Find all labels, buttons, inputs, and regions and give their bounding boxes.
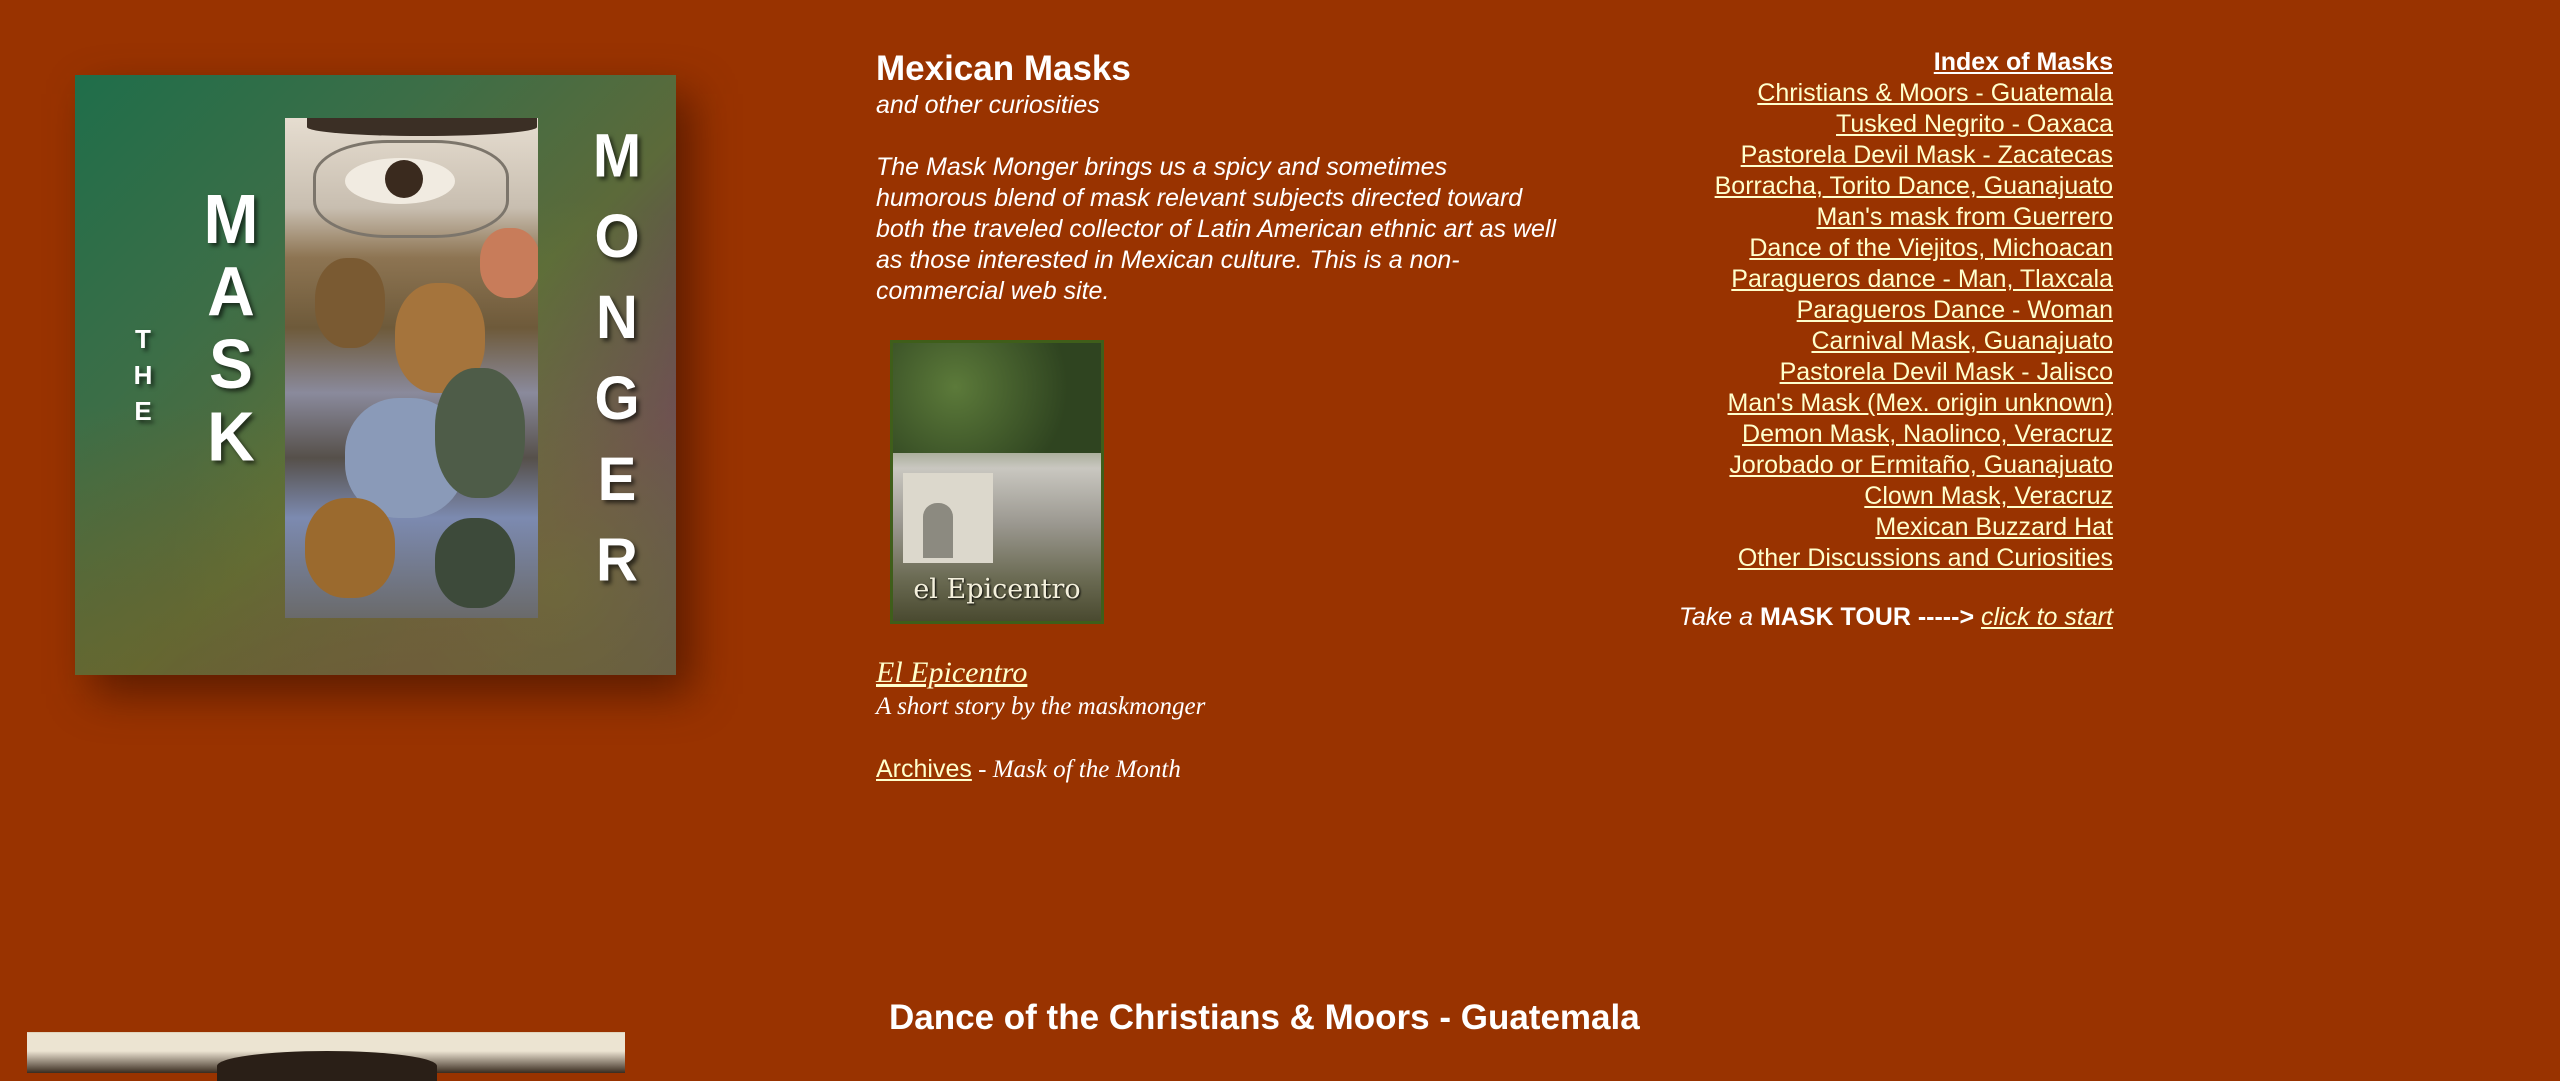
list-item: Christians & Moors - Guatemala bbox=[1715, 78, 2113, 109]
index-link-jorobado[interactable]: Jorobado or Ermitaño, Guanajuato bbox=[1729, 451, 2113, 479]
logo-letter: H bbox=[133, 360, 153, 390]
tree-shape bbox=[893, 343, 1101, 453]
logo-letter: N bbox=[596, 283, 638, 352]
collage-mask-shape bbox=[435, 518, 515, 608]
logo-letter: G bbox=[594, 364, 640, 433]
index-link-carnival[interactable]: Carnival Mask, Guanajuato bbox=[1811, 327, 2113, 355]
index-link-buzzard-hat[interactable]: Mexican Buzzard Hat bbox=[1875, 513, 2113, 541]
epicentro-thumbnail-caption: el Epicentro bbox=[913, 574, 1081, 605]
index-link-viejitos[interactable]: Dance of the Viejitos, Michoacan bbox=[1749, 234, 2113, 262]
section-title: Dance of the Christians & Moors - Guatem… bbox=[889, 998, 1640, 1037]
list-item: Man's Mask (Mex. origin unknown) bbox=[1715, 388, 2113, 419]
page-title: Mexican Masks bbox=[876, 49, 1131, 88]
logo-letter: T bbox=[135, 324, 151, 354]
logo-word-monger: M O N G E R bbox=[577, 115, 657, 600]
logo-letter: A bbox=[207, 252, 255, 331]
list-item: Pastorela Devil Mask - Jalisco bbox=[1715, 357, 2113, 388]
epicentro-link[interactable]: El Epicentro bbox=[876, 655, 1027, 691]
mask-index: Index of Masks Christians & Moors - Guat… bbox=[1715, 47, 2113, 574]
list-item: Tusked Negrito - Oaxaca bbox=[1715, 109, 2113, 140]
page-subtitle: and other curiosities bbox=[876, 91, 1100, 119]
index-link-clown-mask[interactable]: Clown Mask, Veracruz bbox=[1864, 482, 2113, 510]
epicentro-description: A short story by the maskmonger bbox=[876, 693, 1206, 720]
tour-prefix: Take a bbox=[1678, 603, 1760, 631]
tour-start-link[interactable]: click to start bbox=[1981, 603, 2113, 631]
mask-tour-line: Take a MASK TOUR -----> click to start bbox=[1679, 602, 2113, 633]
list-item: Other Discussions and Curiosities bbox=[1715, 543, 2113, 574]
list-item: Paragueros Dance - Woman bbox=[1715, 295, 2113, 326]
collage-mask-shape bbox=[435, 368, 525, 498]
epicentro-thumbnail-link[interactable]: el Epicentro bbox=[890, 340, 1104, 624]
brow-shape bbox=[307, 118, 537, 136]
list-item: Man's mask from Guerrero bbox=[1715, 202, 2113, 233]
tour-label: MASK TOUR -----> bbox=[1759, 603, 1975, 631]
collage-mask-shape bbox=[305, 498, 395, 598]
list-item: Mexican Buzzard Hat bbox=[1715, 512, 2113, 543]
logo-word-mask: M A S K bbox=[191, 183, 271, 473]
index-link-christians-moors[interactable]: Christians & Moors - Guatemala bbox=[1757, 79, 2113, 107]
mask-monger-logo: T H E M A S K M O N G E R bbox=[75, 75, 676, 675]
list-item: Carnival Mask, Guanajuato bbox=[1715, 326, 2113, 357]
index-link-pastorela-zacatecas[interactable]: Pastorela Devil Mask - Zacatecas bbox=[1741, 141, 2113, 169]
logo-letter: O bbox=[594, 202, 640, 271]
list-item: Borracha, Torito Dance, Guanajuato bbox=[1715, 171, 2113, 202]
index-link-demon-mask[interactable]: Demon Mask, Naolinco, Veracruz bbox=[1742, 420, 2113, 448]
index-link-borracha-torito[interactable]: Borracha, Torito Dance, Guanajuato bbox=[1715, 172, 2113, 200]
logo-letter: M bbox=[592, 121, 642, 190]
logo-letter: R bbox=[596, 526, 638, 595]
mask-top-shape bbox=[217, 1051, 437, 1081]
index-link-paragueros-man[interactable]: Paragueros dance - Man, Tlaxcala bbox=[1731, 265, 2113, 293]
index-link-pastorela-jalisco[interactable]: Pastorela Devil Mask - Jalisco bbox=[1780, 358, 2113, 386]
door-shape bbox=[923, 503, 953, 558]
index-link-mans-mask-unknown[interactable]: Man's Mask (Mex. origin unknown) bbox=[1728, 389, 2113, 417]
index-link-tusked-negrito[interactable]: Tusked Negrito - Oaxaca bbox=[1836, 110, 2113, 138]
logo-word-the: T H E bbox=[123, 321, 163, 429]
index-title-link[interactable]: Index of Masks bbox=[1715, 47, 2113, 78]
collage-mask-shape bbox=[315, 258, 385, 348]
logo-letter: M bbox=[203, 179, 259, 258]
list-item: Dance of the Viejitos, Michoacan bbox=[1715, 233, 2113, 264]
glasses-shape bbox=[313, 140, 509, 238]
logo-letter: E bbox=[134, 396, 152, 426]
index-link-paragueros-woman[interactable]: Paragueros Dance - Woman bbox=[1797, 296, 2113, 324]
logo-letter: S bbox=[208, 324, 254, 403]
list-item: Jorobado or Ermitaño, Guanajuato bbox=[1715, 450, 2113, 481]
logo-letter: K bbox=[207, 397, 255, 475]
index-link-guerrero[interactable]: Man's mask from Guerrero bbox=[1816, 203, 2113, 231]
list-item: Demon Mask, Naolinco, Veracruz bbox=[1715, 419, 2113, 450]
mask-index-list: Christians & Moors - Guatemala Tusked Ne… bbox=[1715, 78, 2113, 574]
list-item: Pastorela Devil Mask - Zacatecas bbox=[1715, 140, 2113, 171]
collage-hand-shape bbox=[480, 228, 538, 298]
archives-link[interactable]: Archives bbox=[876, 755, 972, 783]
christians-moors-mask-image bbox=[27, 1032, 625, 1081]
list-item: Paragueros dance - Man, Tlaxcala bbox=[1715, 264, 2113, 295]
archives-suffix: - Mask of the Month bbox=[971, 756, 1181, 783]
logo-collage-image bbox=[285, 118, 538, 618]
archives-line: Archives - Mask of the Month bbox=[876, 754, 1181, 785]
logo-letter: E bbox=[597, 445, 637, 514]
intro-paragraph: The Mask Monger brings us a spicy and so… bbox=[876, 153, 1556, 305]
list-item: Clown Mask, Veracruz bbox=[1715, 481, 2113, 512]
index-link-other-discussions[interactable]: Other Discussions and Curiosities bbox=[1738, 544, 2113, 572]
